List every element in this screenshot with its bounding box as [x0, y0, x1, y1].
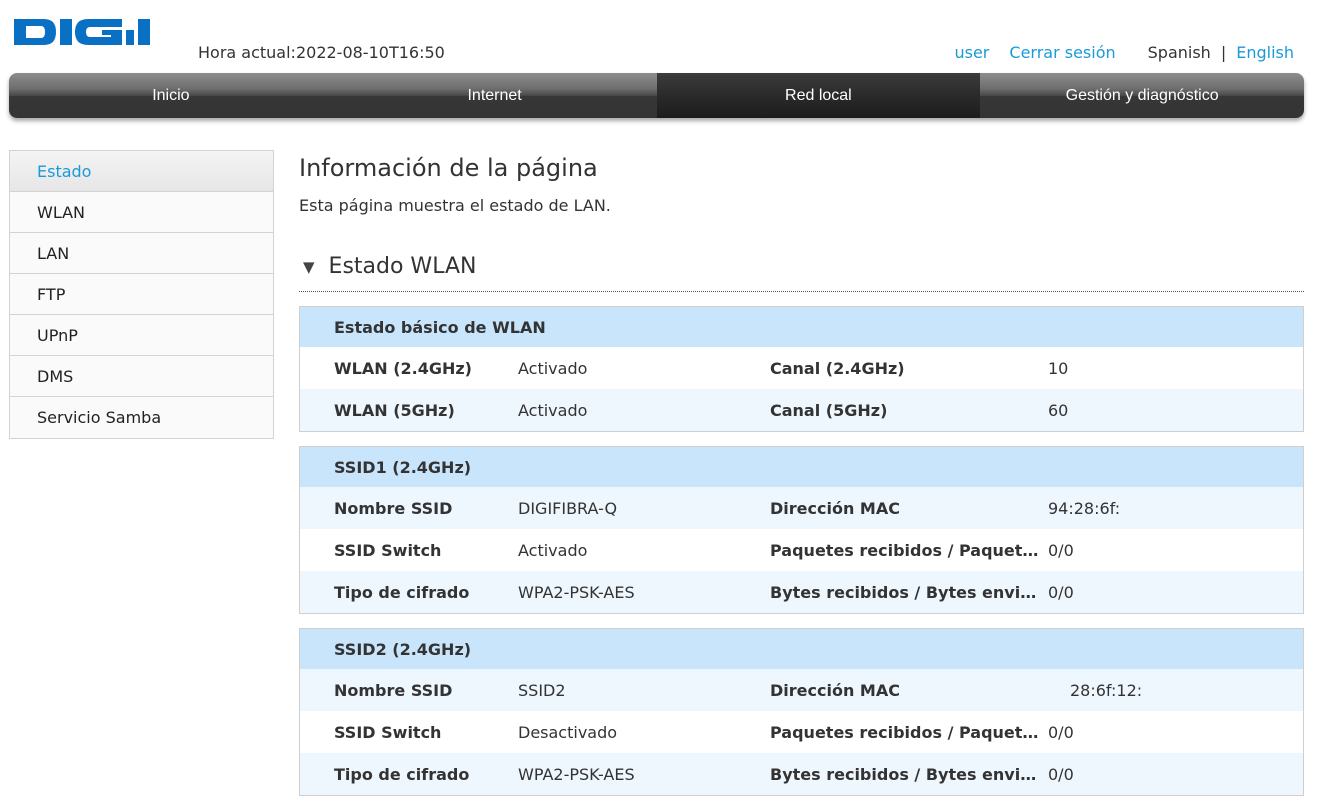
sidebar-item-lan[interactable]: LAN — [10, 233, 273, 274]
current-time: Hora actual:2022-08-10T16:50 — [198, 43, 445, 62]
row-label: Dirección MAC — [770, 498, 900, 518]
row-value: WPA2-PSK-AES — [518, 582, 635, 602]
sidebar-item-wlan[interactable]: WLAN — [10, 192, 273, 233]
language-english-link[interactable]: English — [1236, 43, 1294, 62]
nav-tab-red-local[interactable]: Red local — [656, 73, 981, 118]
sidebar-item-samba[interactable]: Servicio Samba — [10, 397, 273, 438]
panel-basic-wlan: Estado básico de WLAN WLAN (2.4GHz) Acti… — [299, 306, 1304, 432]
row-value: 0/0 — [1048, 540, 1074, 560]
table-row: Nombre SSID SSID2 Dirección MAC 28:6f:12… — [300, 669, 1303, 711]
table-row: SSID Switch Activado Paquetes recibidos … — [300, 529, 1303, 571]
row-label: Canal (5GHz) — [770, 400, 888, 420]
nav-tab-gestion-diagnostico[interactable]: Gestión y diagnóstico — [980, 73, 1304, 118]
table-row: Tipo de cifrado WPA2-PSK-AES Bytes recib… — [300, 571, 1303, 613]
panel-title: SSID2 (2.4GHz) — [300, 629, 1303, 669]
main-content: Información de la página Esta página mue… — [299, 150, 1304, 796]
row-label: WLAN (5GHz) — [334, 400, 455, 420]
panel-title: SSID1 (2.4GHz) — [300, 447, 1303, 487]
panel-title: Estado básico de WLAN — [300, 307, 1303, 347]
row-label: Dirección MAC — [770, 680, 900, 700]
row-label: Paquetes recibidos / Paquetes ... — [770, 540, 1048, 560]
sidebar: Estado WLAN LAN FTP UPnP DMS Servicio Sa… — [9, 150, 274, 439]
row-value: 28:6f:12: — [1070, 680, 1143, 700]
language-separator: | — [1220, 43, 1227, 62]
row-label: Tipo de cifrado — [334, 582, 470, 602]
row-value: 94:28:6f: — [1048, 498, 1121, 518]
table-row: SSID Switch Desactivado Paquetes recibid… — [300, 711, 1303, 753]
panel-ssid1: SSID1 (2.4GHz) Nombre SSID DIGIFIBRA-Q D… — [299, 446, 1304, 614]
row-value: Activado — [518, 358, 588, 378]
row-value: Activado — [518, 400, 588, 420]
row-label: Bytes recibidos / Bytes enviados — [770, 764, 1048, 784]
table-row: WLAN (5GHz) Activado Canal (5GHz) 60 — [300, 389, 1303, 431]
language-spanish[interactable]: Spanish — [1148, 43, 1211, 62]
panel-ssid2: SSID2 (2.4GHz) Nombre SSID SSID2 Direcci… — [299, 628, 1304, 796]
page-title: Información de la página — [299, 154, 598, 182]
row-label: Nombre SSID — [334, 680, 453, 700]
row-value: WPA2-PSK-AES — [518, 764, 635, 784]
row-value: 0/0 — [1048, 764, 1074, 784]
row-value: 0/0 — [1048, 582, 1074, 602]
main-nav: Inicio Internet Red local Gestión y diag… — [9, 73, 1304, 118]
nav-tab-internet[interactable]: Internet — [333, 73, 657, 118]
nav-tab-inicio[interactable]: Inicio — [9, 73, 333, 118]
header: Hora actual:2022-08-10T16:50 user Cerrar… — [0, 0, 1318, 72]
section-title: Estado WLAN — [328, 254, 477, 279]
row-label: WLAN (2.4GHz) — [334, 358, 472, 378]
sidebar-item-dms[interactable]: DMS — [10, 356, 273, 397]
top-links: user Cerrar sesión Spanish | English — [954, 43, 1294, 62]
sidebar-item-upnp[interactable]: UPnP — [10, 315, 273, 356]
table-row: Nombre SSID DIGIFIBRA-Q Dirección MAC 94… — [300, 487, 1303, 529]
row-value: 60 — [1048, 400, 1069, 420]
page-description: Esta página muestra el estado de LAN. — [299, 196, 611, 215]
digi-logo — [14, 17, 158, 47]
current-time-value: 2022-08-10T16:50 — [295, 43, 445, 62]
row-value: 10 — [1048, 358, 1069, 378]
row-label: Nombre SSID — [334, 498, 453, 518]
row-label: SSID Switch — [334, 722, 442, 742]
current-time-label: Hora actual: — [198, 43, 296, 62]
table-row: WLAN (2.4GHz) Activado Canal (2.4GHz) 10 — [300, 347, 1303, 389]
row-value: Desactivado — [518, 722, 618, 742]
section-header-estado-wlan[interactable]: ▼ Estado WLAN — [299, 252, 1304, 292]
row-label: Paquetes recibidos / Paquetes ... — [770, 722, 1048, 742]
row-label: SSID Switch — [334, 540, 442, 560]
row-label: Canal (2.4GHz) — [770, 358, 905, 378]
triangle-down-icon[interactable]: ▼ — [303, 258, 315, 276]
row-label: Tipo de cifrado — [334, 764, 470, 784]
row-value: 0/0 — [1048, 722, 1074, 742]
sidebar-item-estado[interactable]: Estado — [10, 151, 273, 192]
user-link[interactable]: user — [954, 43, 989, 62]
row-value: Activado — [518, 540, 588, 560]
row-value: SSID2 — [518, 680, 566, 700]
row-value: DIGIFIBRA-Q — [518, 498, 618, 518]
row-label: Bytes recibidos / Bytes enviados — [770, 582, 1048, 602]
table-row: Tipo de cifrado WPA2-PSK-AES Bytes recib… — [300, 753, 1303, 795]
logout-link[interactable]: Cerrar sesión — [1009, 43, 1115, 62]
sidebar-item-ftp[interactable]: FTP — [10, 274, 273, 315]
